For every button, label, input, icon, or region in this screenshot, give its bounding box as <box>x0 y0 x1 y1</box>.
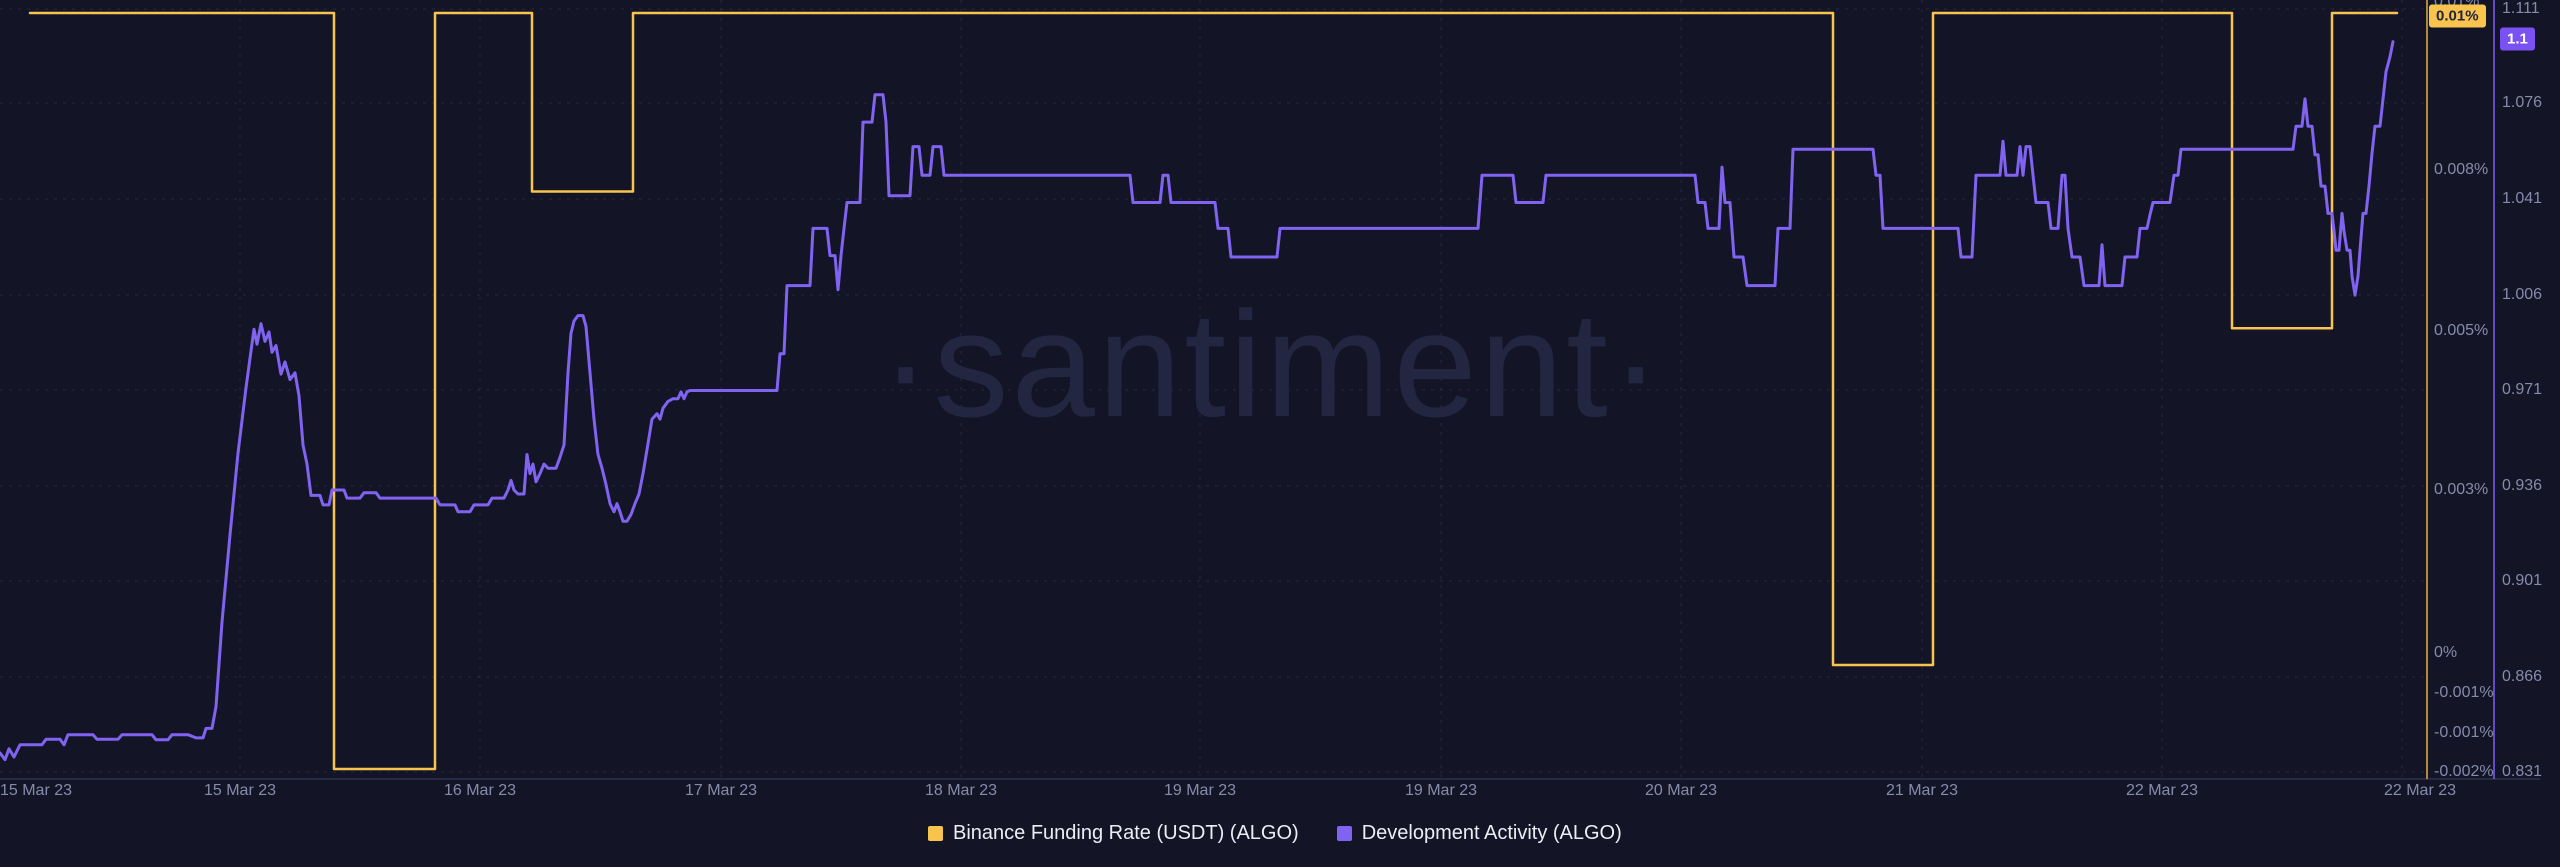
legend-item-dev-activity[interactable]: Development Activity (ALGO) <box>1337 822 1622 845</box>
watermark: ·santiment· <box>881 278 1664 451</box>
dev-axis-tick: 0.936 <box>2502 476 2542 496</box>
x-axis-tick: 22 Mar 23 <box>2126 781 2198 801</box>
dev-axis-tick: 0.901 <box>2502 571 2542 591</box>
funding-axis-tick: -0.002% <box>2434 762 2494 782</box>
legend-label: Development Activity (ALGO) <box>1362 822 1622 845</box>
funding-axis-tick: 0.003% <box>2434 480 2488 500</box>
x-axis-tick: 20 Mar 23 <box>1645 781 1717 801</box>
legend: Binance Funding Rate (USDT) (ALGO) Devel… <box>928 822 1622 845</box>
dev-axis-tick: 0.866 <box>2502 667 2542 687</box>
funding-axis-tick: 0.008% <box>2434 160 2488 180</box>
x-axis-tick: 15 Mar 23 <box>204 781 276 801</box>
funding-current-value-badge: 0.01% <box>2429 5 2486 28</box>
x-axis-tick: 19 Mar 23 <box>1405 781 1477 801</box>
x-axis-tick: 19 Mar 23 <box>1164 781 1236 801</box>
chart-root: ·santiment· 15 Mar 23 15 Mar 23 16 Mar 23 1… <box>0 0 2560 867</box>
dev-axis-tick: 1.041 <box>2502 189 2542 209</box>
legend-label: Binance Funding Rate (USDT) (ALGO) <box>953 822 1299 845</box>
dev-axis-tick: 0.971 <box>2502 380 2542 400</box>
legend-item-funding-rate[interactable]: Binance Funding Rate (USDT) (ALGO) <box>928 822 1299 845</box>
x-axis-tick: 21 Mar 23 <box>1886 781 1958 801</box>
dev-axis-tick: 1.006 <box>2502 285 2542 305</box>
funding-axis-tick: -0.001% <box>2434 683 2494 703</box>
x-axis-tick: 17 Mar 23 <box>685 781 757 801</box>
dev-axis-tick: 1.111 <box>2502 0 2540 19</box>
funding-axis-tick: -0.001% <box>2434 723 2494 743</box>
x-axis-tick: 18 Mar 23 <box>925 781 997 801</box>
dev-axis-tick: 0.831 <box>2502 762 2542 782</box>
funding-rate-swatch-icon <box>928 826 943 841</box>
x-axis-tick: 22 Mar 23 <box>2384 781 2456 801</box>
funding-axis-tick: 0% <box>2434 643 2457 663</box>
funding-axis-tick: 0.005% <box>2434 321 2488 341</box>
x-axis-tick: 16 Mar 23 <box>444 781 516 801</box>
dev-activity-swatch-icon <box>1337 826 1352 841</box>
x-axis-tick: 15 Mar 23 <box>0 781 72 801</box>
dev-current-value-badge: 1.1 <box>2500 28 2535 51</box>
dev-axis-tick: 1.076 <box>2502 93 2542 113</box>
